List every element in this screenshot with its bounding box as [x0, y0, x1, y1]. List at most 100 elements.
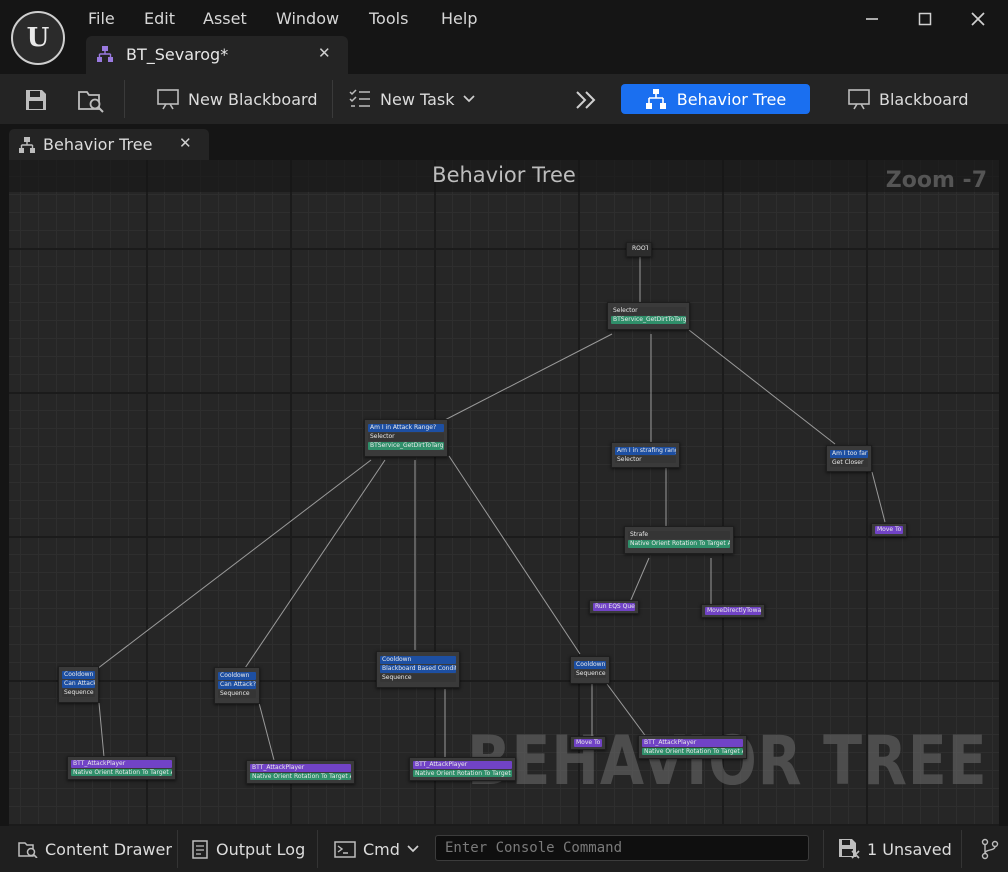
bt-node-attack-player-3[interactable]: BTT_AttackPlayer Native Orient Rotation …	[409, 757, 516, 781]
node-service: BTService_GetDirtToTarget	[611, 316, 686, 324]
bt-node-attack-player-1[interactable]: BTT_AttackPlayer Native Orient Rotation …	[67, 756, 176, 780]
node-decorator: Am I too far?	[830, 450, 868, 458]
status-separator	[823, 830, 824, 868]
node-task: BTT_AttackPlayer	[250, 764, 351, 772]
node-decorator: Am I in Attack Range?	[368, 424, 444, 432]
toolbar-separator	[124, 80, 125, 118]
close-icon	[971, 12, 985, 26]
bt-node-sequence-1[interactable]: Cooldown Can Attack Sequence	[58, 666, 99, 703]
output-log-button[interactable]: Output Log	[191, 836, 305, 862]
behavior-tree-icon	[645, 89, 666, 109]
maximize-button[interactable]	[910, 8, 940, 30]
node-composite: Get Closer	[830, 459, 868, 467]
node-service: Native Orient Rotation To Target Actor	[413, 769, 512, 777]
node-service: Native Orient Rotation To Target Actor	[250, 772, 351, 780]
source-control-button[interactable]	[980, 836, 1000, 862]
node-decorator: Blackboard Based Condition	[380, 665, 456, 673]
bt-node-sequence-3[interactable]: Cooldown Blackboard Based Condition Sequ…	[376, 651, 460, 688]
content-drawer-button[interactable]: Content Drawer	[18, 836, 172, 862]
unreal-logo-icon[interactable]: U	[11, 11, 65, 65]
source-control-icon	[981, 838, 999, 860]
save-button[interactable]	[24, 84, 48, 116]
panel-tab-label: Behavior Tree	[43, 135, 153, 154]
node-task: Move To	[574, 739, 602, 747]
minimize-button[interactable]	[857, 8, 887, 30]
status-separator	[177, 830, 178, 868]
new-task-button[interactable]: New Task	[348, 83, 475, 115]
root-label: ROOT	[630, 245, 648, 253]
bt-node-root[interactable]: ROOT	[626, 242, 652, 257]
menu-window[interactable]: Window	[276, 9, 339, 28]
node-task: Move To	[875, 526, 903, 534]
task-list-icon	[349, 89, 370, 107]
bt-node-move-to-far[interactable]: Move To	[871, 523, 907, 537]
bt-node-move-directly[interactable]: MoveDirectlyToward	[701, 604, 765, 618]
terminal-icon	[334, 841, 356, 858]
menu-help[interactable]: Help	[441, 9, 477, 28]
bt-node-main-selector[interactable]: Selector BTService_GetDirtToTarget	[607, 302, 690, 330]
behavior-tree-mode-button[interactable]: Behavior Tree	[621, 84, 810, 114]
menu-edit[interactable]: Edit	[144, 9, 175, 28]
blackboard-icon	[157, 89, 179, 110]
bt-node-attack-player-2[interactable]: BTT_AttackPlayer Native Orient Rotation …	[246, 760, 355, 784]
bt-node-sequence-4[interactable]: Cooldown Sequence	[570, 656, 610, 684]
console-command-input[interactable]	[435, 835, 809, 861]
node-service: BTService_GetDirtToTarget	[368, 442, 444, 450]
graph-title: Behavior Tree	[432, 163, 576, 187]
bt-node-strafe-selector[interactable]: Am I in strafing range? Selector	[611, 442, 680, 468]
status-separator	[961, 830, 962, 868]
new-task-label: New Task	[380, 89, 455, 109]
bt-node-attack-player-4[interactable]: BTT_AttackPlayer Native Orient Rotation …	[638, 735, 747, 759]
menu-tools[interactable]: Tools	[369, 9, 408, 28]
behavior-tree-icon	[97, 46, 113, 62]
bt-node-move-to-seq4[interactable]: Move To	[570, 736, 606, 750]
behavior-tree-icon	[19, 137, 35, 153]
zoom-level: Zoom -7	[885, 168, 987, 193]
menu-asset[interactable]: Asset	[203, 9, 247, 28]
node-decorator: Cooldown	[574, 661, 606, 669]
close-window-button[interactable]	[963, 8, 993, 30]
bt-node-too-far[interactable]: Am I too far? Get Closer	[826, 445, 872, 472]
node-composite: Strafe	[628, 531, 730, 539]
document-tab-bt-sevarog[interactable]: BT_Sevarog* ✕	[86, 36, 348, 74]
panel-tab-close-icon[interactable]: ✕	[179, 134, 192, 152]
document-tab-close-icon[interactable]: ✕	[318, 44, 331, 62]
browse-asset-button[interactable]	[77, 84, 105, 116]
node-decorator: Can Attack	[62, 680, 95, 688]
bt-node-sequence-2[interactable]: Cooldown Can Attack? Sequence	[214, 667, 260, 704]
node-composite: Selector	[615, 455, 676, 463]
panel-tab-behavior-tree[interactable]: Behavior Tree ✕	[9, 129, 209, 160]
node-service: Native Orient Rotation To Target Actor	[71, 768, 172, 776]
more-toolbar-button[interactable]	[574, 84, 598, 116]
node-decorator: Cooldown	[380, 656, 456, 664]
unsaved-save-icon	[839, 839, 860, 859]
behavior-tree-graph[interactable]: BEHAVIOR TREE Behavior Tree Zoom -7 ROOT…	[9, 160, 999, 826]
output-log-icon	[192, 840, 208, 859]
bt-node-strafe[interactable]: Strafe Native Orient Rotation To Target …	[624, 526, 734, 554]
node-task: BTT_AttackPlayer	[71, 760, 172, 768]
browse-folder-icon	[78, 91, 104, 113]
bt-node-attack-selector[interactable]: Am I in Attack Range? Selector BTService…	[364, 419, 448, 457]
maximize-icon	[918, 12, 932, 26]
output-log-label: Output Log	[216, 839, 306, 859]
node-task: Run EQS Query	[593, 603, 635, 611]
blackboard-icon	[848, 89, 870, 110]
node-composite: Sequence	[218, 690, 256, 698]
unreal-editor-window: U File Edit Asset Window Tools Help BT_S…	[0, 0, 1008, 872]
bt-node-run-eqs[interactable]: Run EQS Query	[589, 600, 639, 614]
save-icon	[26, 90, 46, 110]
content-drawer-icon	[18, 842, 38, 858]
minimize-icon	[866, 18, 878, 20]
node-decorator: Cooldown	[62, 671, 95, 679]
graph-wires	[92, 257, 886, 761]
node-task: MoveDirectlyToward	[705, 607, 761, 615]
new-blackboard-button[interactable]: New Blackboard	[156, 83, 317, 115]
node-composite: Selector	[611, 307, 686, 315]
node-service: Native Orient Rotation To Target Actor	[628, 540, 730, 548]
blackboard-mode-button[interactable]: Blackboard	[847, 83, 969, 115]
cmd-dropdown[interactable]: Cmd	[334, 836, 419, 862]
status-separator	[317, 830, 318, 868]
chevron-down-icon	[462, 95, 475, 103]
menu-file[interactable]: File	[88, 9, 115, 28]
unsaved-button[interactable]: 1 Unsaved	[838, 836, 952, 862]
